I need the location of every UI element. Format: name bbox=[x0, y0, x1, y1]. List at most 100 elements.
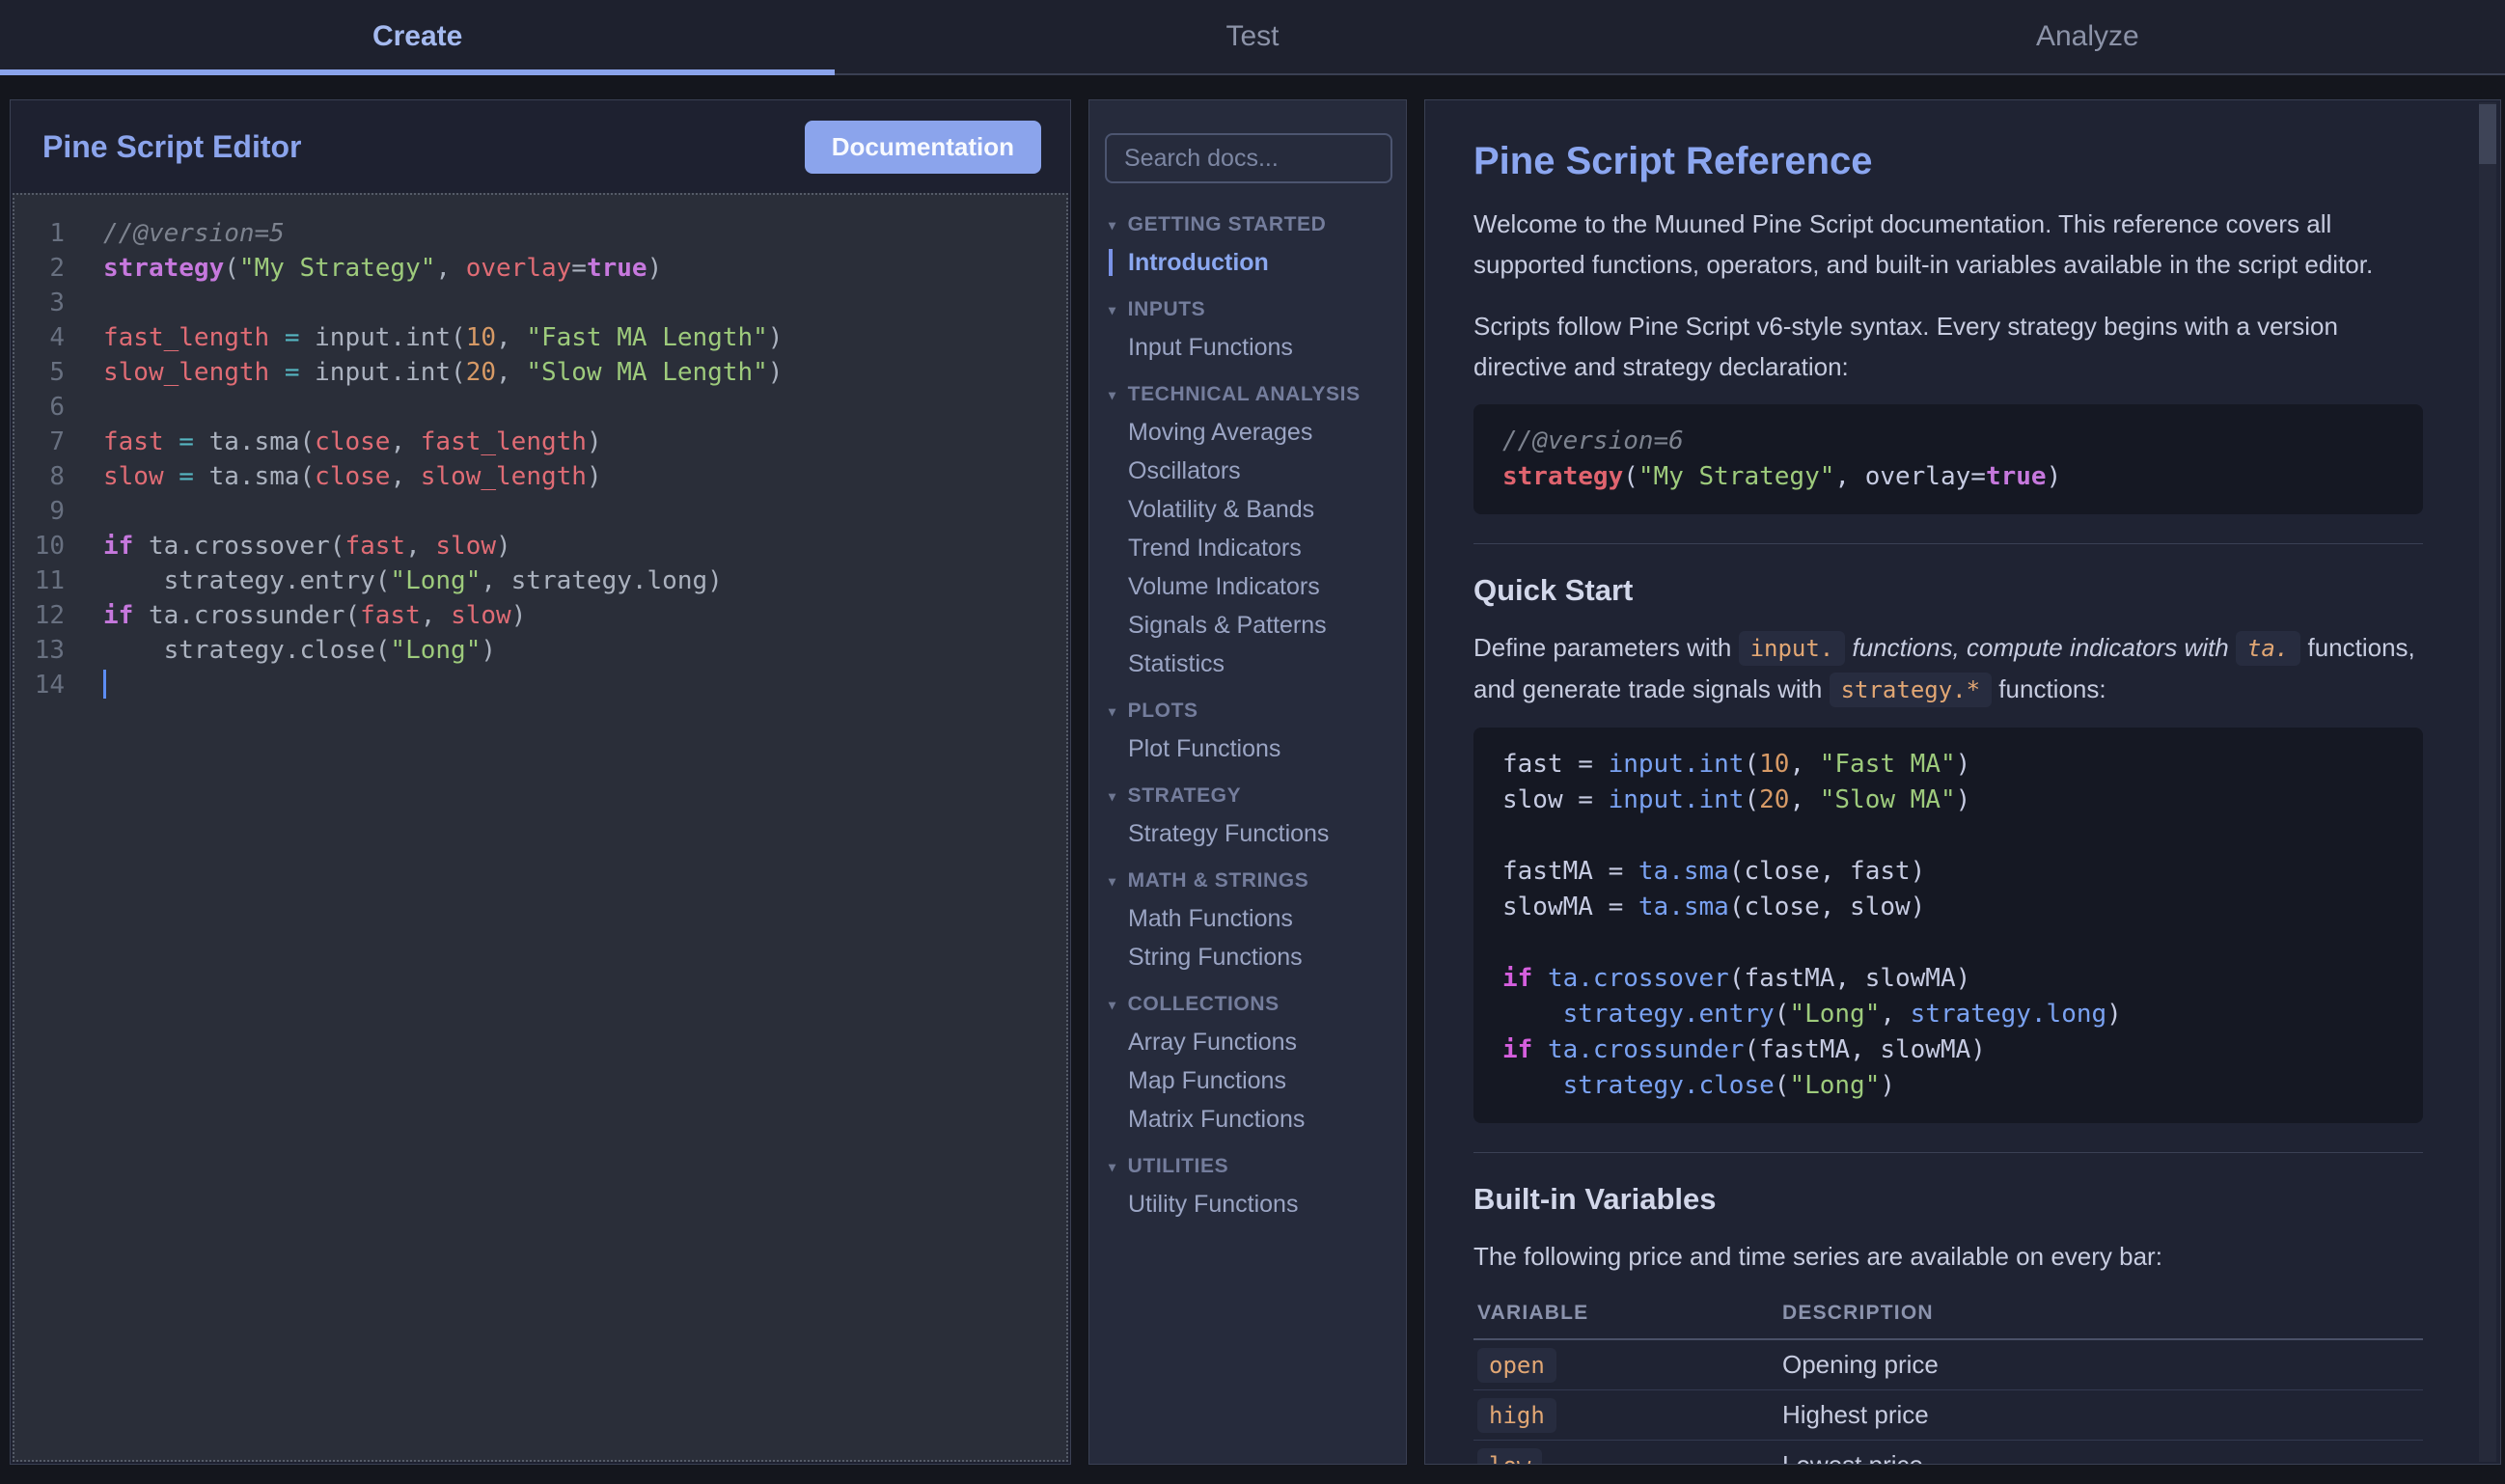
code-token: , strategy.long) bbox=[481, 566, 722, 595]
code-line: if ta.crossunder(fastMA, slowMA) bbox=[1502, 1032, 2394, 1068]
code-token: strategy.entry( bbox=[103, 566, 390, 595]
code-token: ) bbox=[496, 532, 511, 561]
sidebar-item-math-functions[interactable]: Math Functions bbox=[1109, 905, 1387, 932]
tab-create[interactable]: Create bbox=[0, 0, 835, 73]
code-line bbox=[1502, 925, 2394, 961]
nav-section-utilities[interactable]: ▾UTILITIES bbox=[1109, 1154, 1387, 1179]
code-token: ) bbox=[587, 427, 602, 456]
code-token: ) bbox=[768, 323, 784, 352]
sidebar-item-map-functions[interactable]: Map Functions bbox=[1109, 1067, 1387, 1094]
table-header-variable: VARIABLE bbox=[1477, 1302, 1782, 1325]
code-token: close bbox=[315, 462, 390, 491]
code-token: "Fast MA Length" bbox=[526, 323, 767, 352]
nav-section-technical-analysis[interactable]: ▾TECHNICAL ANALYSIS bbox=[1109, 382, 1387, 407]
reference-scrollbar[interactable] bbox=[2479, 102, 2496, 1462]
table-header-row: VARIABLE DESCRIPTION bbox=[1473, 1294, 2423, 1340]
editor-line: 4fast_length = input.int(10, "Fast MA Le… bbox=[26, 320, 1055, 355]
code-token: , bbox=[1880, 1000, 1910, 1029]
sidebar-item-moving-averages[interactable]: Moving Averages bbox=[1109, 419, 1387, 446]
line-number: 1 bbox=[26, 216, 65, 251]
line-source: strategy("My Strategy", overlay=true) bbox=[103, 251, 1055, 286]
code-token: ) bbox=[587, 462, 602, 491]
code-token: true bbox=[1986, 462, 2047, 491]
nav-section-getting-started[interactable]: ▾GETTING STARTED bbox=[1109, 212, 1387, 237]
quick-start-heading: Quick Start bbox=[1473, 573, 2423, 608]
sidebar-item-utility-functions[interactable]: Utility Functions bbox=[1109, 1191, 1387, 1218]
editor-line: 5slow_length = input.int(20, "Slow MA Le… bbox=[26, 355, 1055, 390]
table-header-description: DESCRIPTION bbox=[1782, 1302, 1934, 1325]
code-token: input.int( bbox=[300, 323, 466, 352]
sidebar-item-trend-indicators[interactable]: Trend Indicators bbox=[1109, 535, 1387, 562]
sidebar-item-array-functions[interactable]: Array Functions bbox=[1109, 1029, 1387, 1056]
nav-section-plots[interactable]: ▾PLOTS bbox=[1109, 699, 1387, 724]
line-number: 9 bbox=[26, 494, 65, 529]
sidebar-item-matrix-functions[interactable]: Matrix Functions bbox=[1109, 1106, 1387, 1133]
code-token: fast_length bbox=[103, 323, 269, 352]
code-token: "Long" bbox=[1789, 1000, 1880, 1029]
code-token bbox=[1502, 1000, 1563, 1029]
code-token: ( bbox=[1744, 750, 1759, 779]
code-token: input.int bbox=[1609, 750, 1745, 779]
sidebar-item-input-functions[interactable]: Input Functions bbox=[1109, 334, 1387, 361]
code-line bbox=[1502, 818, 2394, 854]
sidebar-item-strategy-functions[interactable]: Strategy Functions bbox=[1109, 820, 1387, 847]
sidebar-item-string-functions[interactable]: String Functions bbox=[1109, 944, 1387, 971]
tab-test[interactable]: Test bbox=[835, 0, 1669, 73]
paragraph-text: functions, compute indicators with bbox=[1845, 633, 2236, 662]
code-token: ) bbox=[481, 636, 496, 665]
code-token: , bbox=[435, 254, 465, 283]
reference-scrollbar-thumb[interactable] bbox=[2479, 104, 2496, 164]
code-token: slowMA = bbox=[1502, 893, 1638, 921]
documentation-button[interactable]: Documentation bbox=[805, 121, 1041, 174]
line-source: slow_length = input.int(20, "Slow MA Len… bbox=[103, 355, 1055, 390]
editor-line: 12if ta.crossunder(fast, slow) bbox=[26, 598, 1055, 633]
tab-analyze[interactable]: Analyze bbox=[1670, 0, 2505, 73]
code-token: "Long" bbox=[1789, 1071, 1880, 1100]
code-line: strategy("My Strategy", overlay=true) bbox=[1502, 459, 2394, 495]
sidebar-item-oscillators[interactable]: Oscillators bbox=[1109, 457, 1387, 484]
code-token: fastMA = bbox=[1502, 857, 1638, 886]
nav-section-strategy[interactable]: ▾STRATEGY bbox=[1109, 783, 1387, 809]
reference-syntax-paragraph: Scripts follow Pine Script v6-style synt… bbox=[1473, 306, 2423, 387]
nav-section-inputs[interactable]: ▾INPUTS bbox=[1109, 297, 1387, 322]
line-source: strategy.entry("Long", strategy.long) bbox=[103, 563, 1055, 598]
code-token: ( bbox=[1775, 1071, 1790, 1100]
table-row: lowLowest price bbox=[1473, 1441, 2423, 1465]
code-token: if bbox=[103, 532, 133, 561]
inline-code-chip: input. bbox=[1739, 631, 1846, 666]
code-editor[interactable]: 1//@version=52strategy("My Strategy", ov… bbox=[13, 193, 1068, 1462]
nav-section-math-strings[interactable]: ▾MATH & STRINGS bbox=[1109, 868, 1387, 893]
editor-line: 14 bbox=[26, 668, 1055, 702]
sidebar-item-statistics[interactable]: Statistics bbox=[1109, 650, 1387, 677]
pine-script-editor-panel: Pine Script Editor Documentation 1//@ver… bbox=[10, 99, 1071, 1465]
code-token: , bbox=[405, 532, 435, 561]
code-line: strategy.close("Long") bbox=[1502, 1068, 2394, 1104]
code-token: //@version=5 bbox=[103, 219, 285, 248]
docs-search-input[interactable] bbox=[1105, 133, 1392, 183]
sidebar-item-volatility-bands[interactable]: Volatility & Bands bbox=[1109, 496, 1387, 523]
sidebar-item-volume-indicators[interactable]: Volume Indicators bbox=[1109, 573, 1387, 600]
sidebar-item-signals-patterns[interactable]: Signals & Patterns bbox=[1109, 612, 1387, 639]
builtin-variables-table: VARIABLE DESCRIPTION openOpening pricehi… bbox=[1473, 1294, 2423, 1465]
line-number: 8 bbox=[26, 459, 65, 494]
code-token bbox=[164, 462, 179, 491]
nav-section-collections[interactable]: ▾COLLECTIONS bbox=[1109, 992, 1387, 1017]
code-token bbox=[1532, 1035, 1548, 1064]
sidebar-item-plot-functions[interactable]: Plot Functions bbox=[1109, 735, 1387, 762]
line-source: //@version=5 bbox=[103, 216, 1055, 251]
sidebar-item-introduction[interactable]: Introduction bbox=[1109, 249, 1387, 276]
line-number: 14 bbox=[26, 668, 65, 702]
main-tab-bar: CreateTestAnalyze bbox=[0, 0, 2505, 75]
code-line: if ta.crossover(fastMA, slowMA) bbox=[1502, 961, 2394, 997]
code-token: ta.crossunder( bbox=[133, 601, 360, 630]
code-token: ) bbox=[1956, 785, 1971, 814]
code-token: (close, slow) bbox=[1729, 893, 1926, 921]
code-token: ( bbox=[224, 254, 239, 283]
code-token: fast bbox=[103, 427, 164, 456]
code-line: fast = input.int(10, "Fast MA") bbox=[1502, 747, 2394, 783]
code-token: "Fast MA" bbox=[1820, 750, 1956, 779]
version-code-block: //@version=6strategy("My Strategy", over… bbox=[1473, 404, 2423, 514]
code-token: ) bbox=[2047, 462, 2062, 491]
description-cell: Lowest price bbox=[1782, 1450, 1923, 1465]
code-token: "My Strategy" bbox=[239, 254, 436, 283]
